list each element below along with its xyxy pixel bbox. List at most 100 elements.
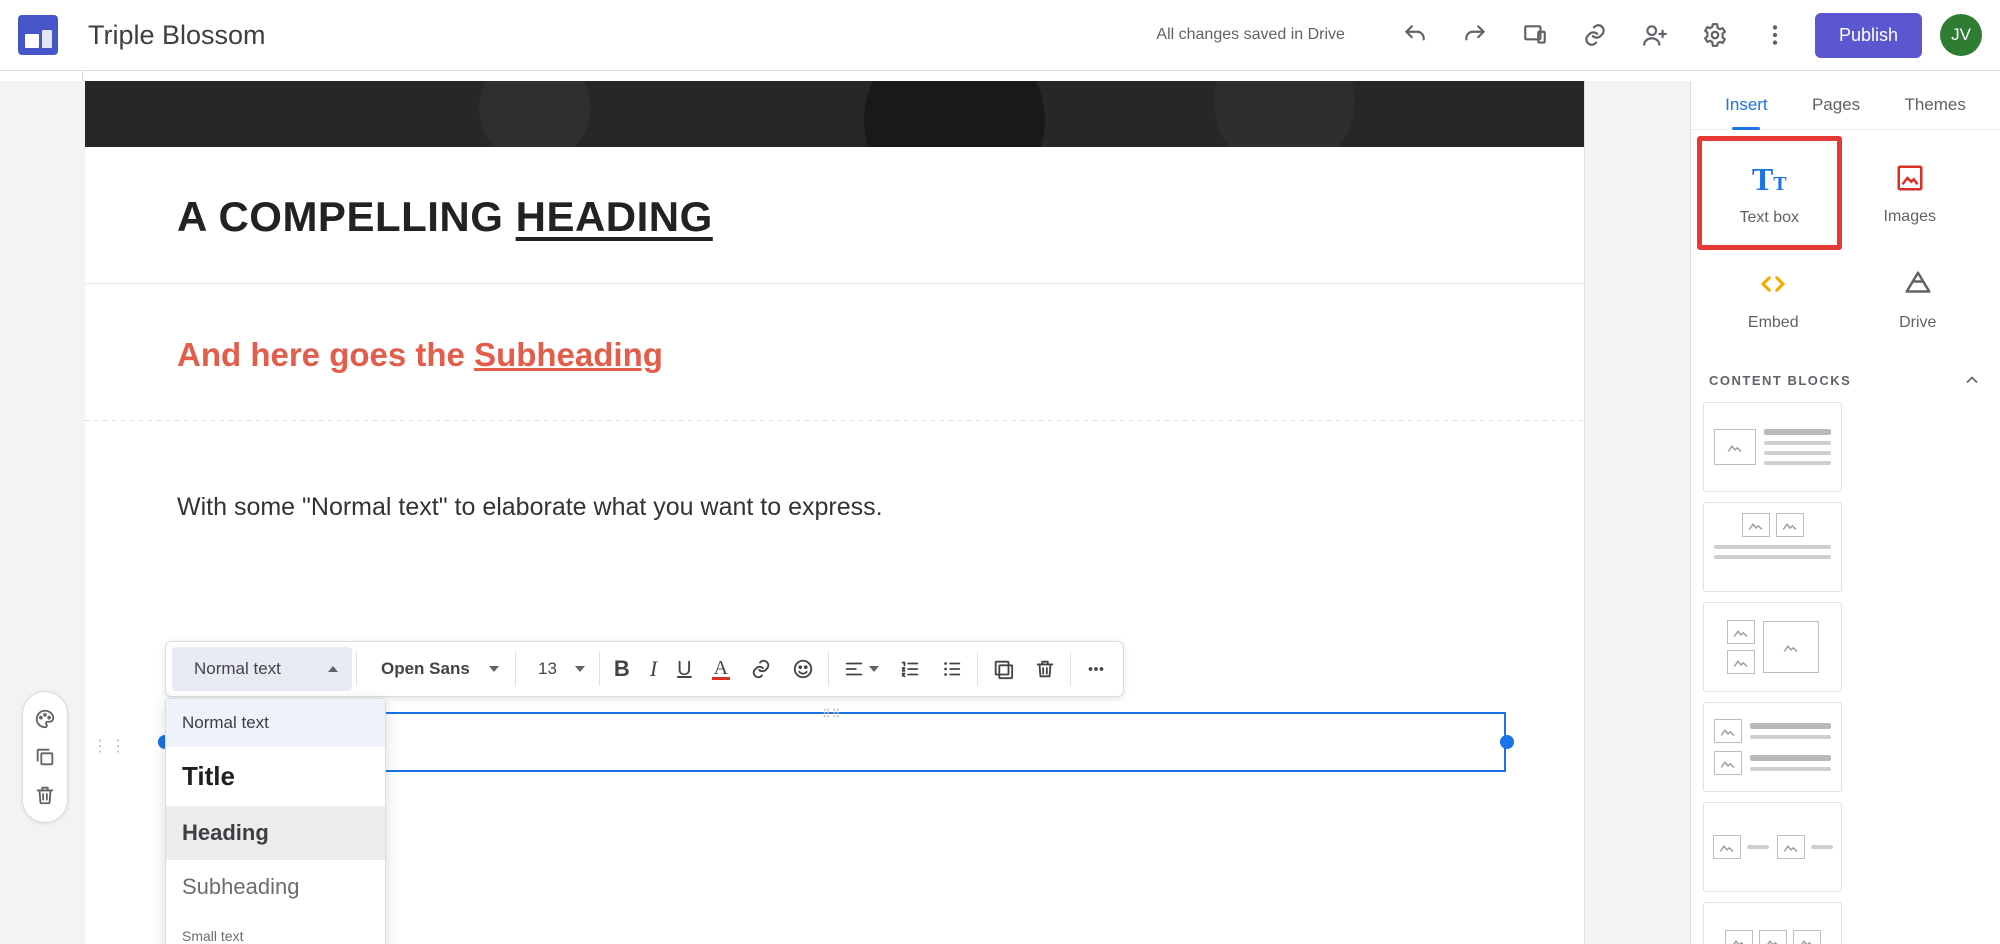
trash-icon — [34, 784, 56, 806]
images-icon — [1895, 158, 1925, 198]
size-label: 13 — [530, 659, 565, 679]
publish-button[interactable]: Publish — [1815, 13, 1922, 58]
gear-icon — [1702, 22, 1728, 48]
font-size-select[interactable]: 13 — [520, 647, 595, 691]
style-option-title[interactable]: Title — [166, 747, 385, 806]
more-format-button[interactable] — [1075, 647, 1117, 691]
emoji-icon — [792, 658, 814, 680]
section-label: CONTENT BLOCKS — [1709, 373, 1851, 388]
text-style-label: Normal text — [186, 659, 289, 679]
redo-icon — [1462, 22, 1488, 48]
caret-up-icon — [328, 666, 338, 672]
drive-icon — [1903, 264, 1933, 304]
text-style-select[interactable]: Normal text — [172, 647, 352, 691]
save-status: All changes saved in Drive — [1156, 26, 1345, 44]
more-horiz-icon — [1085, 658, 1107, 680]
document-title[interactable]: Triple Blossom — [88, 20, 266, 51]
layout-block[interactable] — [1703, 902, 1842, 944]
app-logo-icon[interactable] — [18, 15, 58, 55]
caret-down-icon — [489, 666, 499, 672]
duplicate-button[interactable] — [30, 742, 60, 772]
content-blocks-header[interactable]: CONTENT BLOCKS — [1691, 356, 2000, 396]
layout-block[interactable] — [1703, 502, 1842, 592]
insert-embed-label: Embed — [1748, 314, 1799, 332]
style-option-heading[interactable]: Heading — [166, 806, 385, 860]
divider — [85, 283, 1584, 284]
body-text[interactable]: With some "Normal text" to elaborate wha… — [177, 493, 1492, 522]
page-subheading[interactable]: And here goes the Subheading — [177, 336, 1492, 374]
text-style-dropdown: Normal text Title Heading Subheading Sma… — [165, 698, 386, 944]
insert-images[interactable]: Images — [1838, 140, 1983, 246]
layout-block[interactable] — [1703, 802, 1842, 892]
devices-icon — [1522, 22, 1548, 48]
insert-embed[interactable]: Embed — [1701, 246, 1846, 350]
bold-button[interactable]: B — [604, 647, 640, 691]
code-block-button[interactable] — [982, 647, 1024, 691]
heading-text-b: HEADING — [516, 193, 713, 240]
tab-themes[interactable]: Themes — [1898, 81, 1971, 129]
emoji-button[interactable] — [782, 647, 824, 691]
layout-block[interactable] — [1703, 702, 1842, 792]
insert-textbox-label: Text box — [1739, 209, 1799, 227]
insert-textbox[interactable]: TT Text box — [1697, 136, 1842, 250]
code-icon — [992, 658, 1014, 680]
app-root: Triple Blossom All changes saved in Driv… — [0, 0, 2000, 944]
chevron-up-icon — [1962, 370, 1982, 390]
underline-button[interactable]: U — [667, 647, 701, 691]
account-avatar[interactable]: JV — [1940, 14, 1982, 56]
content-blocks-grid — [1691, 396, 2000, 944]
numbered-list-button[interactable] — [889, 647, 931, 691]
remove-button[interactable] — [1024, 647, 1066, 691]
workspace: A COMPELLING HEADING And here goes the S… — [0, 81, 2000, 944]
settings-button[interactable] — [1695, 15, 1735, 55]
side-panel: Insert Pages Themes TT Text box Images — [1690, 81, 2000, 944]
preview-button[interactable] — [1515, 15, 1555, 55]
insert-drive-label: Drive — [1899, 314, 1936, 332]
header-banner[interactable] — [85, 81, 1584, 147]
more-button[interactable] — [1755, 15, 1795, 55]
tab-pages[interactable]: Pages — [1806, 81, 1866, 129]
drag-handle-icon[interactable]: ⋮⋮ — [92, 736, 128, 756]
side-tabs: Insert Pages Themes — [1691, 81, 2000, 130]
redo-button[interactable] — [1455, 15, 1495, 55]
copy-icon — [34, 746, 56, 768]
style-option-small[interactable]: Small text — [166, 914, 385, 944]
align-icon — [843, 658, 865, 680]
embed-icon — [1758, 264, 1788, 304]
style-option-subheading[interactable]: Subheading — [166, 860, 385, 914]
format-toolbar: Normal text Open Sans 13 B I U A — [165, 641, 1124, 697]
font-label: Open Sans — [373, 659, 478, 679]
share-button[interactable] — [1635, 15, 1675, 55]
layout-block[interactable] — [1703, 402, 1842, 492]
canvas-area[interactable]: A COMPELLING HEADING And here goes the S… — [0, 81, 1690, 944]
ol-icon — [899, 658, 921, 680]
undo-button[interactable] — [1395, 15, 1435, 55]
link-button[interactable] — [1575, 15, 1615, 55]
grip-icon[interactable]: ⠿⠿ — [822, 707, 850, 715]
font-select[interactable]: Open Sans — [361, 647, 511, 691]
link-icon — [1582, 22, 1608, 48]
delete-button[interactable] — [30, 780, 60, 810]
more-vert-icon — [1762, 22, 1788, 48]
layout-block[interactable] — [1703, 602, 1842, 692]
insert-link-button[interactable] — [740, 647, 782, 691]
textbox-icon: TT — [1752, 159, 1787, 199]
person-add-icon — [1642, 22, 1668, 48]
undo-icon — [1402, 22, 1428, 48]
page-content: A COMPELLING HEADING And here goes the S… — [85, 147, 1584, 522]
align-button[interactable] — [833, 647, 889, 691]
text-color-button[interactable]: A — [702, 647, 740, 691]
trash-icon — [1034, 658, 1056, 680]
caret-down-icon — [869, 666, 879, 672]
insert-grid: TT Text box Images Embed — [1691, 130, 2000, 356]
italic-button[interactable]: I — [640, 647, 667, 691]
palette-icon — [34, 708, 56, 730]
palette-button[interactable] — [30, 704, 60, 734]
ruler — [0, 70, 2000, 81]
tab-insert[interactable]: Insert — [1719, 81, 1774, 129]
page-heading[interactable]: A COMPELLING HEADING — [177, 193, 1492, 241]
bullet-list-button[interactable] — [931, 647, 973, 691]
style-option-normal[interactable]: Normal text — [166, 699, 385, 747]
insert-drive[interactable]: Drive — [1846, 246, 1991, 350]
heading-text-a: A COMPELLING — [177, 193, 516, 240]
